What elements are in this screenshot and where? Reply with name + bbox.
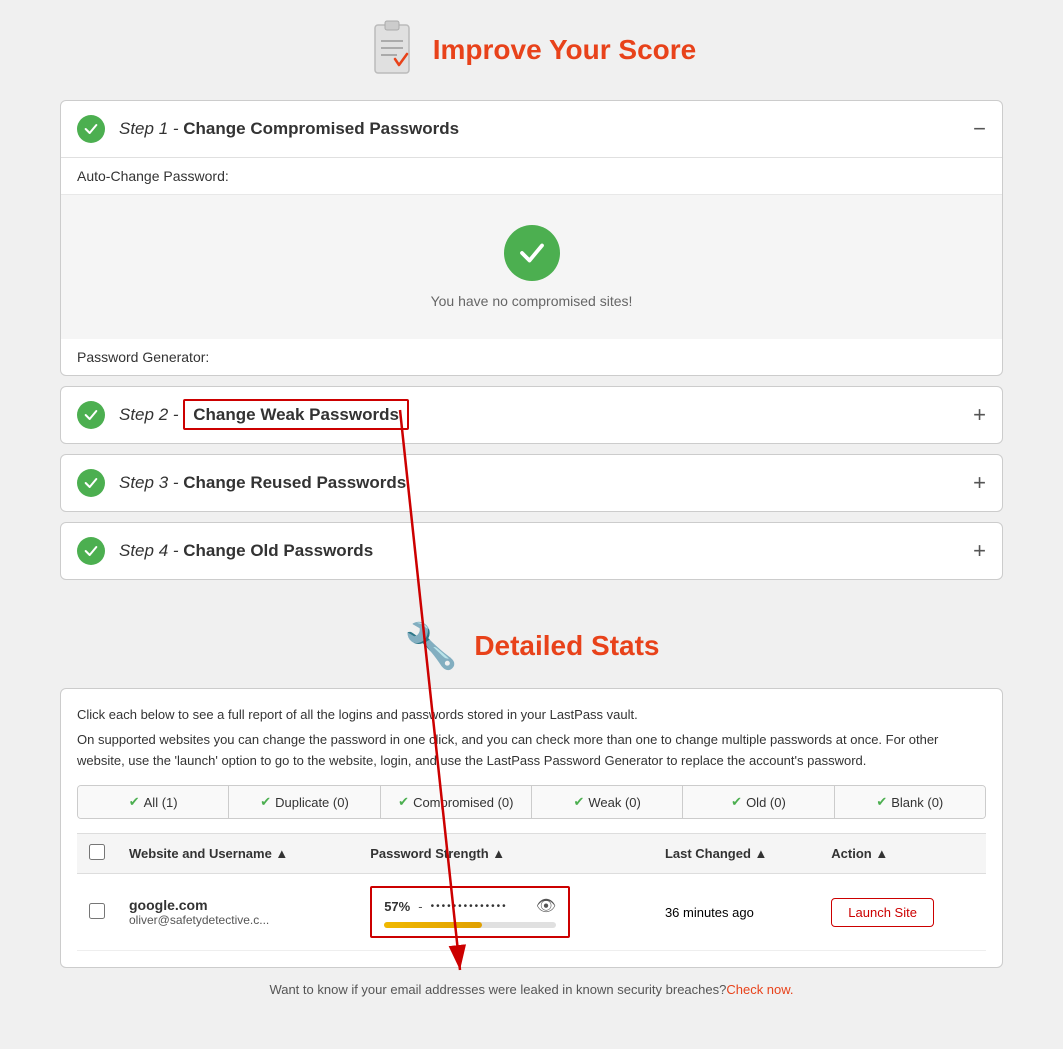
table-row: google.com oliver@safetydetective.c... 5…: [77, 874, 986, 951]
filter-tab-compromised-label: Compromised (0): [413, 795, 513, 810]
filter-tab-duplicate[interactable]: ✔ Duplicate (0): [229, 786, 380, 818]
step-1-check-icon: [77, 115, 105, 143]
col-action[interactable]: Action ▲: [819, 834, 986, 874]
strength-bar-fill: [384, 922, 482, 928]
detailed-stats-title: Detailed Stats: [474, 630, 659, 662]
step-1-header[interactable]: Step 1 - Change Compromised Passwords −: [61, 101, 1002, 157]
detailed-stats-header: 🔧 Detailed Stats: [60, 590, 1003, 688]
step-3-header[interactable]: Step 3 - Change Reused Passwords +: [61, 455, 1002, 511]
step-1-toggle[interactable]: −: [973, 116, 986, 142]
step-2-label: Step 2 - Change Weak Passwords: [119, 405, 409, 425]
strength-percent: 57%: [384, 899, 410, 914]
select-all-checkbox[interactable]: [89, 844, 105, 860]
step-4-header[interactable]: Step 4 - Change Old Passwords +: [61, 523, 1002, 579]
tools-icon: 🔧: [404, 620, 459, 672]
filter-tab-weak-label: Weak (0): [588, 795, 641, 810]
step-3-toggle[interactable]: +: [973, 470, 986, 496]
filter-tab-duplicate-label: Duplicate (0): [275, 795, 349, 810]
no-compromised-check-icon: [504, 225, 560, 281]
strength-dots: ••••••••••••••: [431, 901, 528, 912]
filter-tab-blank-label: Blank (0): [891, 795, 943, 810]
strength-cell-wrapper: 57% - •••••••••••••• 👁: [370, 886, 570, 938]
step-1-header-content: Step 1 - Change Compromised Passwords: [77, 115, 973, 143]
tab-check-weak: ✔: [573, 794, 584, 810]
filter-tab-compromised[interactable]: ✔ Compromised (0): [381, 786, 532, 818]
row-checkbox[interactable]: [89, 903, 105, 919]
step-4-header-content: Step 4 - Change Old Passwords: [77, 537, 973, 565]
password-table: Website and Username ▲ Password Strength…: [77, 833, 986, 951]
step-1-label: Step 1 - Change Compromised Passwords: [119, 119, 459, 139]
step-2-card: Step 2 - Change Weak Passwords +: [60, 386, 1003, 444]
check-now-link[interactable]: Check now.: [726, 982, 793, 997]
filter-tab-old[interactable]: ✔ Old (0): [683, 786, 834, 818]
step-3-header-content: Step 3 - Change Reused Passwords: [77, 469, 973, 497]
tab-check-all: ✔: [129, 794, 140, 810]
step-3-card: Step 3 - Change Reused Passwords +: [60, 454, 1003, 512]
tab-check-duplicate: ✔: [260, 794, 271, 810]
filter-tab-all[interactable]: ✔ All (1): [78, 786, 229, 818]
filter-tabs: ✔ All (1) ✔ Duplicate (0) ✔ Compromised …: [77, 785, 986, 819]
step-4-check-icon: [77, 537, 105, 565]
main-container: Step 1 - Change Compromised Passwords − …: [60, 100, 1003, 968]
step-4-label: Step 4 - Change Old Passwords: [119, 541, 373, 561]
step-2-toggle[interactable]: +: [973, 402, 986, 428]
strength-cell-td: 57% - •••••••••••••• 👁: [358, 874, 653, 951]
step-3-label: Step 3 - Change Reused Passwords: [119, 473, 406, 493]
step-1-content: Auto-Change Password: You have no compro…: [61, 158, 1002, 375]
strength-row: 57% - •••••••••••••• 👁: [384, 896, 556, 916]
action-cell: Launch Site: [819, 874, 986, 951]
strength-bar-bg: [384, 922, 556, 928]
filter-tab-weak[interactable]: ✔ Weak (0): [532, 786, 683, 818]
step-2-check-icon: [77, 401, 105, 429]
col-site[interactable]: Website and Username ▲: [117, 834, 358, 874]
step-2-header-content: Step 2 - Change Weak Passwords: [77, 401, 973, 429]
clipboard-icon: [367, 20, 417, 80]
filter-tab-blank[interactable]: ✔ Blank (0): [835, 786, 985, 818]
page-title: Improve Your Score: [433, 34, 697, 66]
site-user: oliver@safetydetective.c...: [129, 913, 346, 927]
col-last-changed[interactable]: Last Changed ▲: [653, 834, 819, 874]
launch-site-button[interactable]: Launch Site: [831, 898, 934, 927]
step-4-toggle[interactable]: +: [973, 538, 986, 564]
tab-check-old: ✔: [731, 794, 742, 810]
filter-tab-all-label: All (1): [144, 795, 178, 810]
page-header: Improve Your Score: [60, 10, 1003, 100]
col-strength[interactable]: Password Strength ▲: [358, 834, 653, 874]
tab-check-blank: ✔: [876, 794, 887, 810]
step-1-card: Step 1 - Change Compromised Passwords − …: [60, 100, 1003, 376]
no-compromised-text: You have no compromised sites!: [431, 293, 633, 309]
row-checkbox-cell: [77, 874, 117, 951]
col-checkbox: [77, 834, 117, 874]
strength-dash: -: [418, 899, 422, 914]
stats-card: Click each below to see a full report of…: [60, 688, 1003, 968]
filter-tab-old-label: Old (0): [746, 795, 786, 810]
step-3-check-icon: [77, 469, 105, 497]
no-compromised-area: You have no compromised sites!: [61, 195, 1002, 339]
site-cell: google.com oliver@safetydetective.c...: [117, 874, 358, 951]
auto-change-label: Auto-Change Password:: [61, 158, 1002, 195]
password-generator-label: Password Generator:: [61, 339, 1002, 375]
tab-check-compromised: ✔: [398, 794, 409, 810]
last-changed-cell: 36 minutes ago: [653, 874, 819, 951]
footer-note: Want to know if your email addresses wer…: [60, 964, 1003, 1007]
step-2-header[interactable]: Step 2 - Change Weak Passwords +: [61, 387, 1002, 443]
stats-description: Click each below to see a full report of…: [77, 705, 986, 771]
eye-icon[interactable]: 👁: [536, 896, 556, 916]
site-name: google.com: [129, 897, 346, 913]
step-4-card: Step 4 - Change Old Passwords +: [60, 522, 1003, 580]
